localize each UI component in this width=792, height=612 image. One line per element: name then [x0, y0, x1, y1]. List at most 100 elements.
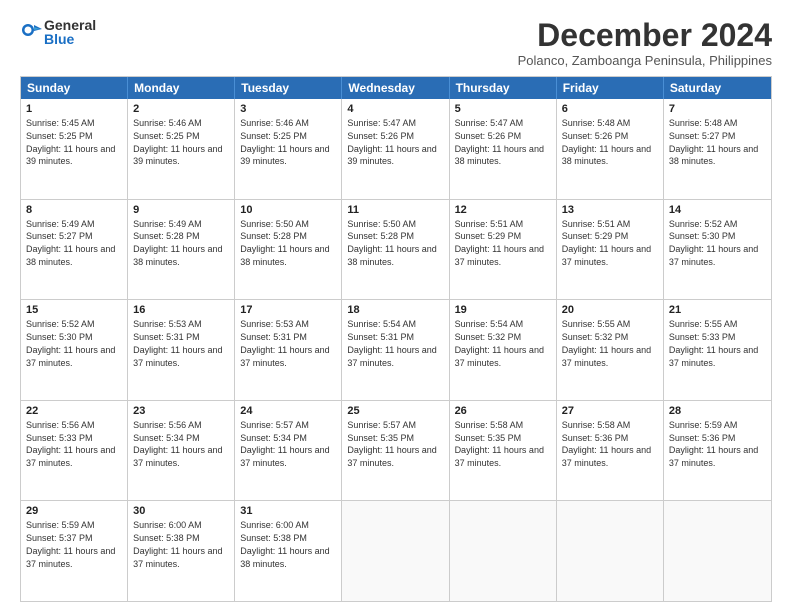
day-cell-26: 26 Sunrise: 5:58 AMSunset: 5:35 PMDaylig…	[450, 401, 557, 501]
day-number: 21	[669, 303, 766, 318]
day-cell-30: 30 Sunrise: 6:00 AMSunset: 5:38 PMDaylig…	[128, 501, 235, 601]
day-cell-5: 5 Sunrise: 5:47 AMSunset: 5:26 PMDayligh…	[450, 99, 557, 199]
day-number: 10	[240, 203, 336, 218]
day-number: 29	[26, 504, 122, 519]
day-number: 20	[562, 303, 658, 318]
cell-info: Sunrise: 5:56 AMSunset: 5:33 PMDaylight:…	[26, 420, 115, 468]
day-cell-8: 8 Sunrise: 5:49 AMSunset: 5:27 PMDayligh…	[21, 200, 128, 300]
day-cell-17: 17 Sunrise: 5:53 AMSunset: 5:31 PMDaylig…	[235, 300, 342, 400]
day-number: 27	[562, 404, 658, 419]
header-tuesday: Tuesday	[235, 77, 342, 99]
day-number: 8	[26, 203, 122, 218]
cell-info: Sunrise: 5:50 AMSunset: 5:28 PMDaylight:…	[240, 219, 329, 267]
day-cell-12: 12 Sunrise: 5:51 AMSunset: 5:29 PMDaylig…	[450, 200, 557, 300]
cell-info: Sunrise: 5:54 AMSunset: 5:31 PMDaylight:…	[347, 319, 436, 367]
cell-info: Sunrise: 5:48 AMSunset: 5:26 PMDaylight:…	[562, 118, 651, 166]
day-cell-22: 22 Sunrise: 5:56 AMSunset: 5:33 PMDaylig…	[21, 401, 128, 501]
header-sunday: Sunday	[21, 77, 128, 99]
calendar-header: Sunday Monday Tuesday Wednesday Thursday…	[21, 77, 771, 99]
day-number: 2	[133, 102, 229, 117]
day-cell-14: 14 Sunrise: 5:52 AMSunset: 5:30 PMDaylig…	[664, 200, 771, 300]
day-cell-20: 20 Sunrise: 5:55 AMSunset: 5:32 PMDaylig…	[557, 300, 664, 400]
cell-info: Sunrise: 5:53 AMSunset: 5:31 PMDaylight:…	[133, 319, 222, 367]
day-cell-31: 31 Sunrise: 6:00 AMSunset: 5:38 PMDaylig…	[235, 501, 342, 601]
cell-info: Sunrise: 5:52 AMSunset: 5:30 PMDaylight:…	[669, 219, 758, 267]
logo-line2: Blue	[44, 32, 96, 46]
calendar-row-1: 1 Sunrise: 5:45 AMSunset: 5:25 PMDayligh…	[21, 99, 771, 200]
day-number: 17	[240, 303, 336, 318]
day-number: 15	[26, 303, 122, 318]
logo: General Blue	[20, 18, 96, 46]
day-number: 13	[562, 203, 658, 218]
day-cell-10: 10 Sunrise: 5:50 AMSunset: 5:28 PMDaylig…	[235, 200, 342, 300]
day-cell-2: 2 Sunrise: 5:46 AMSunset: 5:25 PMDayligh…	[128, 99, 235, 199]
cell-info: Sunrise: 5:58 AMSunset: 5:35 PMDaylight:…	[455, 420, 544, 468]
day-number: 3	[240, 102, 336, 117]
cell-info: Sunrise: 5:51 AMSunset: 5:29 PMDaylight:…	[455, 219, 544, 267]
cell-info: Sunrise: 5:55 AMSunset: 5:33 PMDaylight:…	[669, 319, 758, 367]
header-friday: Friday	[557, 77, 664, 99]
day-number: 18	[347, 303, 443, 318]
empty-cell	[342, 501, 449, 601]
cell-info: Sunrise: 5:49 AMSunset: 5:27 PMDaylight:…	[26, 219, 115, 267]
page: General Blue December 2024 Polanco, Zamb…	[0, 0, 792, 612]
day-number: 24	[240, 404, 336, 419]
day-cell-6: 6 Sunrise: 5:48 AMSunset: 5:26 PMDayligh…	[557, 99, 664, 199]
cell-info: Sunrise: 5:46 AMSunset: 5:25 PMDaylight:…	[240, 118, 329, 166]
day-cell-27: 27 Sunrise: 5:58 AMSunset: 5:36 PMDaylig…	[557, 401, 664, 501]
day-number: 12	[455, 203, 551, 218]
day-number: 22	[26, 404, 122, 419]
day-cell-9: 9 Sunrise: 5:49 AMSunset: 5:28 PMDayligh…	[128, 200, 235, 300]
header-saturday: Saturday	[664, 77, 771, 99]
cell-info: Sunrise: 6:00 AMSunset: 5:38 PMDaylight:…	[133, 520, 222, 568]
calendar-row-5: 29 Sunrise: 5:59 AMSunset: 5:37 PMDaylig…	[21, 501, 771, 601]
day-cell-23: 23 Sunrise: 5:56 AMSunset: 5:34 PMDaylig…	[128, 401, 235, 501]
day-cell-18: 18 Sunrise: 5:54 AMSunset: 5:31 PMDaylig…	[342, 300, 449, 400]
day-number: 28	[669, 404, 766, 419]
cell-info: Sunrise: 5:59 AMSunset: 5:36 PMDaylight:…	[669, 420, 758, 468]
day-cell-24: 24 Sunrise: 5:57 AMSunset: 5:34 PMDaylig…	[235, 401, 342, 501]
logo-line1: General	[44, 18, 96, 32]
cell-info: Sunrise: 5:52 AMSunset: 5:30 PMDaylight:…	[26, 319, 115, 367]
day-number: 31	[240, 504, 336, 519]
calendar-row-3: 15 Sunrise: 5:52 AMSunset: 5:30 PMDaylig…	[21, 300, 771, 401]
day-number: 19	[455, 303, 551, 318]
empty-cell	[664, 501, 771, 601]
cell-info: Sunrise: 5:57 AMSunset: 5:34 PMDaylight:…	[240, 420, 329, 468]
day-cell-1: 1 Sunrise: 5:45 AMSunset: 5:25 PMDayligh…	[21, 99, 128, 199]
cell-info: Sunrise: 5:48 AMSunset: 5:27 PMDaylight:…	[669, 118, 758, 166]
empty-cell	[557, 501, 664, 601]
day-number: 9	[133, 203, 229, 218]
day-number: 30	[133, 504, 229, 519]
empty-cell	[450, 501, 557, 601]
day-cell-11: 11 Sunrise: 5:50 AMSunset: 5:28 PMDaylig…	[342, 200, 449, 300]
title-area: December 2024 Polanco, Zamboanga Peninsu…	[518, 18, 772, 68]
calendar-row-4: 22 Sunrise: 5:56 AMSunset: 5:33 PMDaylig…	[21, 401, 771, 502]
cell-info: Sunrise: 5:47 AMSunset: 5:26 PMDaylight:…	[455, 118, 544, 166]
day-number: 25	[347, 404, 443, 419]
calendar-row-2: 8 Sunrise: 5:49 AMSunset: 5:27 PMDayligh…	[21, 200, 771, 301]
day-cell-7: 7 Sunrise: 5:48 AMSunset: 5:27 PMDayligh…	[664, 99, 771, 199]
day-cell-25: 25 Sunrise: 5:57 AMSunset: 5:35 PMDaylig…	[342, 401, 449, 501]
cell-info: Sunrise: 5:59 AMSunset: 5:37 PMDaylight:…	[26, 520, 115, 568]
cell-info: Sunrise: 5:54 AMSunset: 5:32 PMDaylight:…	[455, 319, 544, 367]
header: General Blue December 2024 Polanco, Zamb…	[20, 18, 772, 68]
day-number: 11	[347, 203, 443, 218]
cell-info: Sunrise: 5:57 AMSunset: 5:35 PMDaylight:…	[347, 420, 436, 468]
cell-info: Sunrise: 5:51 AMSunset: 5:29 PMDaylight:…	[562, 219, 651, 267]
day-number: 26	[455, 404, 551, 419]
day-cell-4: 4 Sunrise: 5:47 AMSunset: 5:26 PMDayligh…	[342, 99, 449, 199]
calendar: Sunday Monday Tuesday Wednesday Thursday…	[20, 76, 772, 602]
cell-info: Sunrise: 5:47 AMSunset: 5:26 PMDaylight:…	[347, 118, 436, 166]
day-number: 5	[455, 102, 551, 117]
day-number: 14	[669, 203, 766, 218]
header-wednesday: Wednesday	[342, 77, 449, 99]
logo-icon	[20, 21, 42, 43]
cell-info: Sunrise: 5:46 AMSunset: 5:25 PMDaylight:…	[133, 118, 222, 166]
day-cell-19: 19 Sunrise: 5:54 AMSunset: 5:32 PMDaylig…	[450, 300, 557, 400]
month-title: December 2024	[518, 18, 772, 53]
day-cell-29: 29 Sunrise: 5:59 AMSunset: 5:37 PMDaylig…	[21, 501, 128, 601]
day-number: 23	[133, 404, 229, 419]
cell-info: Sunrise: 5:53 AMSunset: 5:31 PMDaylight:…	[240, 319, 329, 367]
location-title: Polanco, Zamboanga Peninsula, Philippine…	[518, 53, 772, 68]
